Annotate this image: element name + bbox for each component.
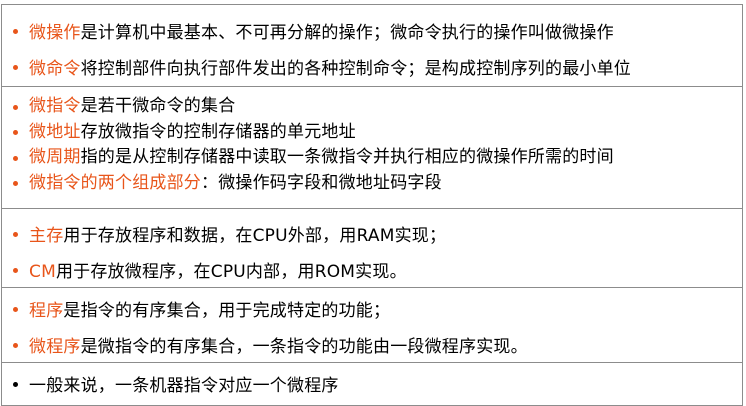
definition-cell-summary: 一般来说，一条机器指令对应一个微程序 — [2, 362, 742, 405]
bullet-icon — [13, 104, 18, 110]
definition-line: 程序是指令的有序集合，用于完成特定的功能； — [13, 296, 742, 321]
term: 微指令的两个组成部分 — [29, 172, 201, 193]
bullet-icon — [13, 306, 18, 312]
definition-line: 一般来说，一条机器指令对应一个微程序 — [13, 371, 742, 396]
definition-line: 微程序是微指令的有序集合，一条指令的功能由一段微程序实现。 — [13, 332, 742, 357]
term: 微指令 — [29, 96, 81, 116]
term: 主存 — [29, 226, 64, 246]
definition-text: 一般来说，一条机器指令对应一个微程序 — [29, 376, 339, 396]
term: 微地址 — [29, 121, 81, 142]
bullet-icon — [13, 267, 18, 273]
definition-cell-micro-instruction: 微指令是若干微命令的集合 微地址存放微指令的控制存储器的单元地址 微周期指的是从… — [2, 86, 742, 208]
definition-line: 微地址存放微指令的控制存储器的单元地址 — [13, 120, 742, 146]
definition-line: 微周期指的是从控制存储器中读取一条微指令并执行相应的微操作所需的时间 — [13, 145, 742, 171]
definition-text: 用于存放程序和数据，在CPU外部，用RAM实现； — [63, 226, 447, 246]
definition-text: 是计算机中最基本、不可再分解的操作；微命令执行的操作叫做微操作 — [80, 23, 614, 43]
term: 微操作 — [29, 23, 81, 43]
bullet-icon — [13, 181, 18, 187]
definition-text: ：微操作码字段和微地址码字段 — [201, 172, 442, 193]
bullet-icon — [13, 28, 18, 34]
definition-cell-program: 程序是指令的有序集合，用于完成特定的功能； 微程序是微指令的有序集合，一条指令的… — [2, 287, 742, 362]
definition-line: 主存用于存放程序和数据，在CPU外部，用RAM实现； — [13, 221, 742, 246]
bullet-icon — [13, 231, 18, 237]
bullet-icon — [13, 155, 18, 161]
definition-cell-micro-operation: 微操作是计算机中最基本、不可再分解的操作；微命令执行的操作叫做微操作 微命令将控… — [2, 5, 742, 86]
term: 程序 — [29, 301, 64, 321]
term: CM — [29, 262, 56, 282]
term: 微周期 — [29, 147, 81, 167]
definition-line: 微操作是计算机中最基本、不可再分解的操作；微命令执行的操作叫做微操作 — [13, 18, 742, 43]
definition-text: 是指令的有序集合，用于完成特定的功能； — [63, 301, 391, 321]
definition-text: 将控制部件向执行部件发出的各种控制命令；是构成控制序列的最小单位 — [80, 59, 632, 79]
term: 微命令 — [29, 59, 81, 79]
definition-text: 是若干微命令的集合 — [80, 96, 236, 116]
definition-text: 是微指令的有序集合，一条指令的功能由一段微程序实现。 — [80, 337, 528, 357]
definition-line: 微命令将控制部件向执行部件发出的各种控制命令；是构成控制序列的最小单位 — [13, 54, 742, 79]
definition-line: 微指令是若干微命令的集合 — [13, 94, 742, 120]
bullet-icon — [13, 342, 18, 348]
definition-line: 微指令的两个组成部分：微操作码字段和微地址码字段 — [13, 171, 742, 197]
bullet-icon — [13, 64, 18, 70]
term: 微程序 — [29, 337, 81, 357]
definition-line: CM用于存放微程序，在CPU内部，用ROM实现。 — [13, 257, 742, 282]
definitions-table: 微操作是计算机中最基本、不可再分解的操作；微命令执行的操作叫做微操作 微命令将控… — [1, 4, 743, 406]
definition-text: 指的是从控制存储器中读取一条微指令并执行相应的微操作所需的时间 — [80, 147, 614, 167]
bullet-icon — [13, 381, 18, 387]
definition-cell-storage: 主存用于存放程序和数据，在CPU外部，用RAM实现； CM用于存放微程序，在CP… — [2, 208, 742, 287]
definition-text: 存放微指令的控制存储器的单元地址 — [80, 121, 356, 142]
bullet-icon — [13, 130, 18, 136]
definition-text: 用于存放微程序，在CPU内部，用ROM实现。 — [55, 262, 407, 282]
